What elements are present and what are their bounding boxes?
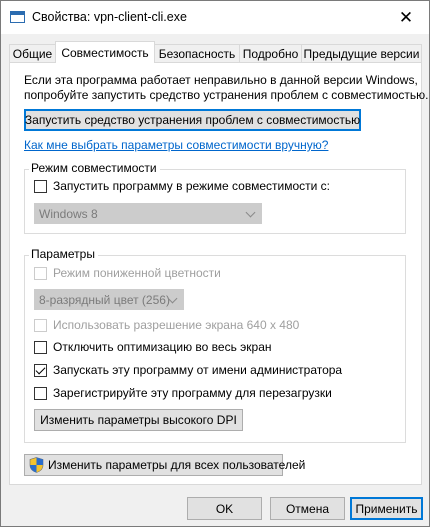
window-title: Свойства: vpn-client-cli.exe: [32, 10, 187, 24]
settings-group-label: Параметры: [29, 247, 98, 261]
intro-text-line2: попробуйте запустить средство устранения…: [24, 88, 429, 102]
tab-general[interactable]: Общие: [9, 44, 56, 62]
resolution-640-label: Использовать разрешение экрана 640 x 480: [53, 318, 300, 332]
change-all-users-button[interactable]: Изменить параметры для всех пользователе…: [24, 454, 305, 476]
color-depth-select: 8-разрядный цвет (256): [34, 289, 184, 310]
compat-mode-checkbox[interactable]: [34, 180, 47, 193]
disable-fullscreen-opt-checkbox[interactable]: [34, 341, 47, 354]
tab-security[interactable]: Безопасность: [154, 44, 240, 62]
cancel-button[interactable]: Отмена: [270, 497, 345, 520]
app-window-icon: [10, 11, 25, 23]
register-restart-label[interactable]: Зарегистрируйте эту программу для переза…: [53, 386, 332, 400]
compat-mode-group-label: Режим совместимости: [29, 161, 160, 175]
run-as-admin-label[interactable]: Запускать эту программу от имени админис…: [53, 363, 342, 377]
change-dpi-button[interactable]: Изменить параметры высокого DPI: [34, 409, 243, 431]
disable-fullscreen-opt-label[interactable]: Отключить оптимизацию во весь экран: [53, 340, 272, 354]
os-version-select: Windows 8: [34, 203, 262, 224]
compat-mode-checkbox-label[interactable]: Запустить программу в режиме совместимос…: [53, 179, 330, 193]
properties-window: Свойства: vpn-client-cli.exe ✕ Общие Сов…: [0, 0, 430, 527]
apply-button[interactable]: Применить: [350, 497, 423, 520]
close-icon[interactable]: ✕: [383, 1, 429, 34]
intro-text-line1: Если эта программа работает неправильно …: [24, 73, 418, 87]
register-restart-checkbox[interactable]: [34, 387, 47, 400]
change-all-users-label: Изменить параметры для всех пользователе…: [48, 458, 306, 472]
title-bar[interactable]: Свойства: vpn-client-cli.exe ✕: [1, 1, 429, 34]
run-troubleshooter-button[interactable]: Запустить средство устранения проблем с …: [24, 109, 361, 131]
reduced-color-checkbox: [34, 267, 47, 280]
manual-settings-link[interactable]: Как мне выбрать параметры совместимости …: [24, 138, 328, 152]
tab-details[interactable]: Подробно: [239, 44, 302, 62]
ok-button[interactable]: OK: [187, 497, 262, 520]
compatibility-panel: Если эта программа работает неправильно …: [9, 62, 428, 485]
tab-compatibility[interactable]: Совместимость: [55, 41, 155, 63]
color-depth-select-value: 8-разрядный цвет (256): [39, 292, 170, 307]
tab-previous-versions[interactable]: Предыдущие версии: [301, 44, 422, 62]
reduced-color-label: Режим пониженной цветности: [53, 266, 221, 280]
run-as-admin-checkbox[interactable]: [34, 364, 47, 377]
chevron-down-icon: [245, 207, 256, 217]
os-version-select-value: Windows 8: [39, 206, 98, 221]
uac-shield-icon: [29, 457, 44, 473]
resolution-640-checkbox: [34, 319, 47, 332]
